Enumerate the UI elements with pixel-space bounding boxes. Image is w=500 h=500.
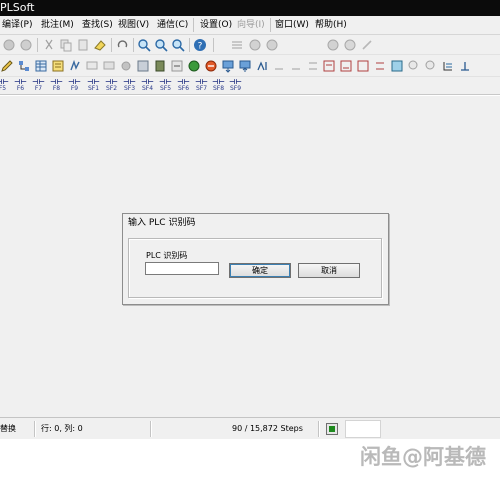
svg-text:?: ? (198, 42, 203, 52)
set-value-icon[interactable] (306, 59, 320, 73)
monitor-start-icon[interactable] (326, 38, 340, 52)
paste-icon[interactable] (76, 38, 90, 52)
toolbar-divider (213, 38, 214, 52)
function-key-toolbar: ⊣⊢F5 ⊣⊢F6 ⊣⊢F7 ⊣⊢F8 ⊣⊢F9 ⊣⊢SF1 ⊣⊢SF2 ⊣⊢S… (0, 77, 500, 95)
disconnect-icon[interactable] (204, 59, 218, 73)
bell-icon[interactable] (119, 59, 133, 73)
ladder-view-icon[interactable] (51, 59, 65, 73)
fkey-f7[interactable]: ⊣⊢ F7 (31, 79, 46, 93)
menu-divider (193, 18, 194, 32)
fkey-sf6[interactable]: ⊣⊢ SF6 (176, 79, 191, 93)
fkey-f9[interactable]: ⊣⊢ F9 (67, 79, 82, 93)
instruction-icon[interactable] (68, 59, 82, 73)
monitor-icon[interactable] (255, 59, 269, 73)
fkey-sf1[interactable]: ⊣⊢ SF1 (86, 79, 101, 93)
plc-id-label: PLC 识别码 (146, 251, 188, 260)
ok-button[interactable]: 确定 (229, 263, 291, 278)
toolbar-divider (111, 38, 112, 52)
copy-icon[interactable] (59, 38, 73, 52)
menu-help[interactable]: 帮助(H) (315, 19, 347, 31)
fkey-f6[interactable]: ⊣⊢ F6 (13, 79, 28, 93)
download-icon[interactable] (221, 59, 235, 73)
zoom-in-icon[interactable] (154, 38, 168, 52)
title-bar: PLSoft (0, 0, 500, 16)
program-block-icon[interactable] (136, 59, 150, 73)
monitor-pause-icon[interactable] (343, 38, 357, 52)
device-table-icon[interactable] (34, 59, 48, 73)
force-on-icon[interactable] (272, 59, 286, 73)
zoom-out-icon[interactable] (171, 38, 185, 52)
cancel-button[interactable]: 取消 (298, 263, 360, 278)
search-next-icon[interactable] (424, 59, 438, 73)
status-panel (345, 420, 381, 438)
toolbar-divider (133, 38, 134, 52)
upload-icon[interactable] (238, 59, 252, 73)
toolbar-divider (37, 38, 38, 52)
cut-icon[interactable] (42, 38, 56, 52)
force-off-icon[interactable] (289, 59, 303, 73)
toolbar-divider (189, 38, 190, 52)
run-status-indicator (326, 423, 338, 435)
register-icon[interactable] (339, 59, 353, 73)
undo-icon[interactable] (116, 38, 130, 52)
connect-icon[interactable] (187, 59, 201, 73)
fkey-sf3[interactable]: ⊣⊢ SF3 (122, 79, 137, 93)
memory-icon[interactable] (153, 59, 167, 73)
run-led-icon (329, 426, 335, 432)
relay-icon[interactable] (356, 59, 370, 73)
stop-icon[interactable] (2, 38, 16, 52)
comment-icon[interactable] (85, 59, 99, 73)
edit-pencil-icon[interactable] (0, 59, 14, 73)
fkey-sf5[interactable]: ⊣⊢ SF5 (158, 79, 173, 93)
cursor-position: 行: 0, 列: 0 (41, 424, 83, 433)
ladder-toolbar (0, 55, 500, 77)
compare-icon[interactable] (458, 59, 472, 73)
plc-id-input[interactable] (145, 262, 219, 275)
step-prev-icon[interactable] (248, 38, 262, 52)
fkey-sf9[interactable]: ⊣⊢ SF9 (228, 79, 243, 93)
step-count: 90 / 15,872 Steps (232, 424, 303, 433)
image-icon[interactable] (390, 59, 404, 73)
monitor-stop-icon[interactable] (360, 38, 374, 52)
eraser-icon[interactable] (93, 38, 107, 52)
counter-icon[interactable] (170, 59, 184, 73)
word-icon[interactable] (373, 59, 387, 73)
run-icon[interactable] (19, 38, 33, 52)
step-next-icon[interactable] (265, 38, 279, 52)
help-icon[interactable]: ? (193, 38, 207, 52)
status-bar: 替换 行: 0, 列: 0 90 / 15,872 Steps (0, 417, 500, 439)
fkey-sf8[interactable]: ⊣⊢ SF8 (211, 79, 226, 93)
fkey-sf2[interactable]: ⊣⊢ SF2 (104, 79, 119, 93)
menu-wizard[interactable]: 向导(I) (237, 19, 265, 31)
menu-comment[interactable]: 批注(M) (41, 19, 74, 31)
status-divider (34, 421, 35, 437)
menu-comm[interactable]: 通信(C) (157, 19, 188, 31)
standard-toolbar: ? 1 ▲▼ (0, 35, 500, 87)
status-divider (318, 421, 319, 437)
timer-icon[interactable] (322, 59, 336, 73)
comment-edit-icon[interactable] (102, 59, 116, 73)
menu-find[interactable]: 查找(S) (82, 19, 113, 31)
dialog-title: 输入 PLC 识别码 (128, 218, 196, 228)
network-icon[interactable] (17, 59, 31, 73)
menu-compile[interactable]: 编译(P) (2, 19, 32, 31)
fkey-sf4[interactable]: ⊣⊢ SF4 (140, 79, 155, 93)
fkey-sf7[interactable]: ⊣⊢ SF7 (194, 79, 209, 93)
list-icon[interactable] (441, 59, 455, 73)
menu-window[interactable]: 窗口(W) (275, 19, 309, 31)
menu-view[interactable]: 视图(V) (118, 19, 149, 31)
watermark: 闲鱼@阿基德 (360, 445, 486, 469)
fkey-f8[interactable]: ⊣⊢ F8 (49, 79, 64, 93)
plc-id-dialog: 输入 PLC 识别码 PLC 识别码 确定 取消 (122, 213, 389, 305)
menu-bar: 编译(P) 批注(M) 查找(S) 视图(V) 通信(C) 设置(O) 向导(I… (0, 16, 500, 35)
status-divider (150, 421, 151, 437)
window-title: PLSoft (0, 1, 35, 14)
step-list-icon[interactable] (230, 38, 244, 52)
search-icon[interactable] (407, 59, 421, 73)
menu-divider (270, 18, 271, 32)
zoom-icon[interactable] (137, 38, 151, 52)
fkey-f5[interactable]: ⊣⊢F5 (0, 79, 10, 93)
edit-mode-status: 替换 (0, 424, 16, 433)
menu-settings[interactable]: 设置(O) (200, 19, 232, 31)
